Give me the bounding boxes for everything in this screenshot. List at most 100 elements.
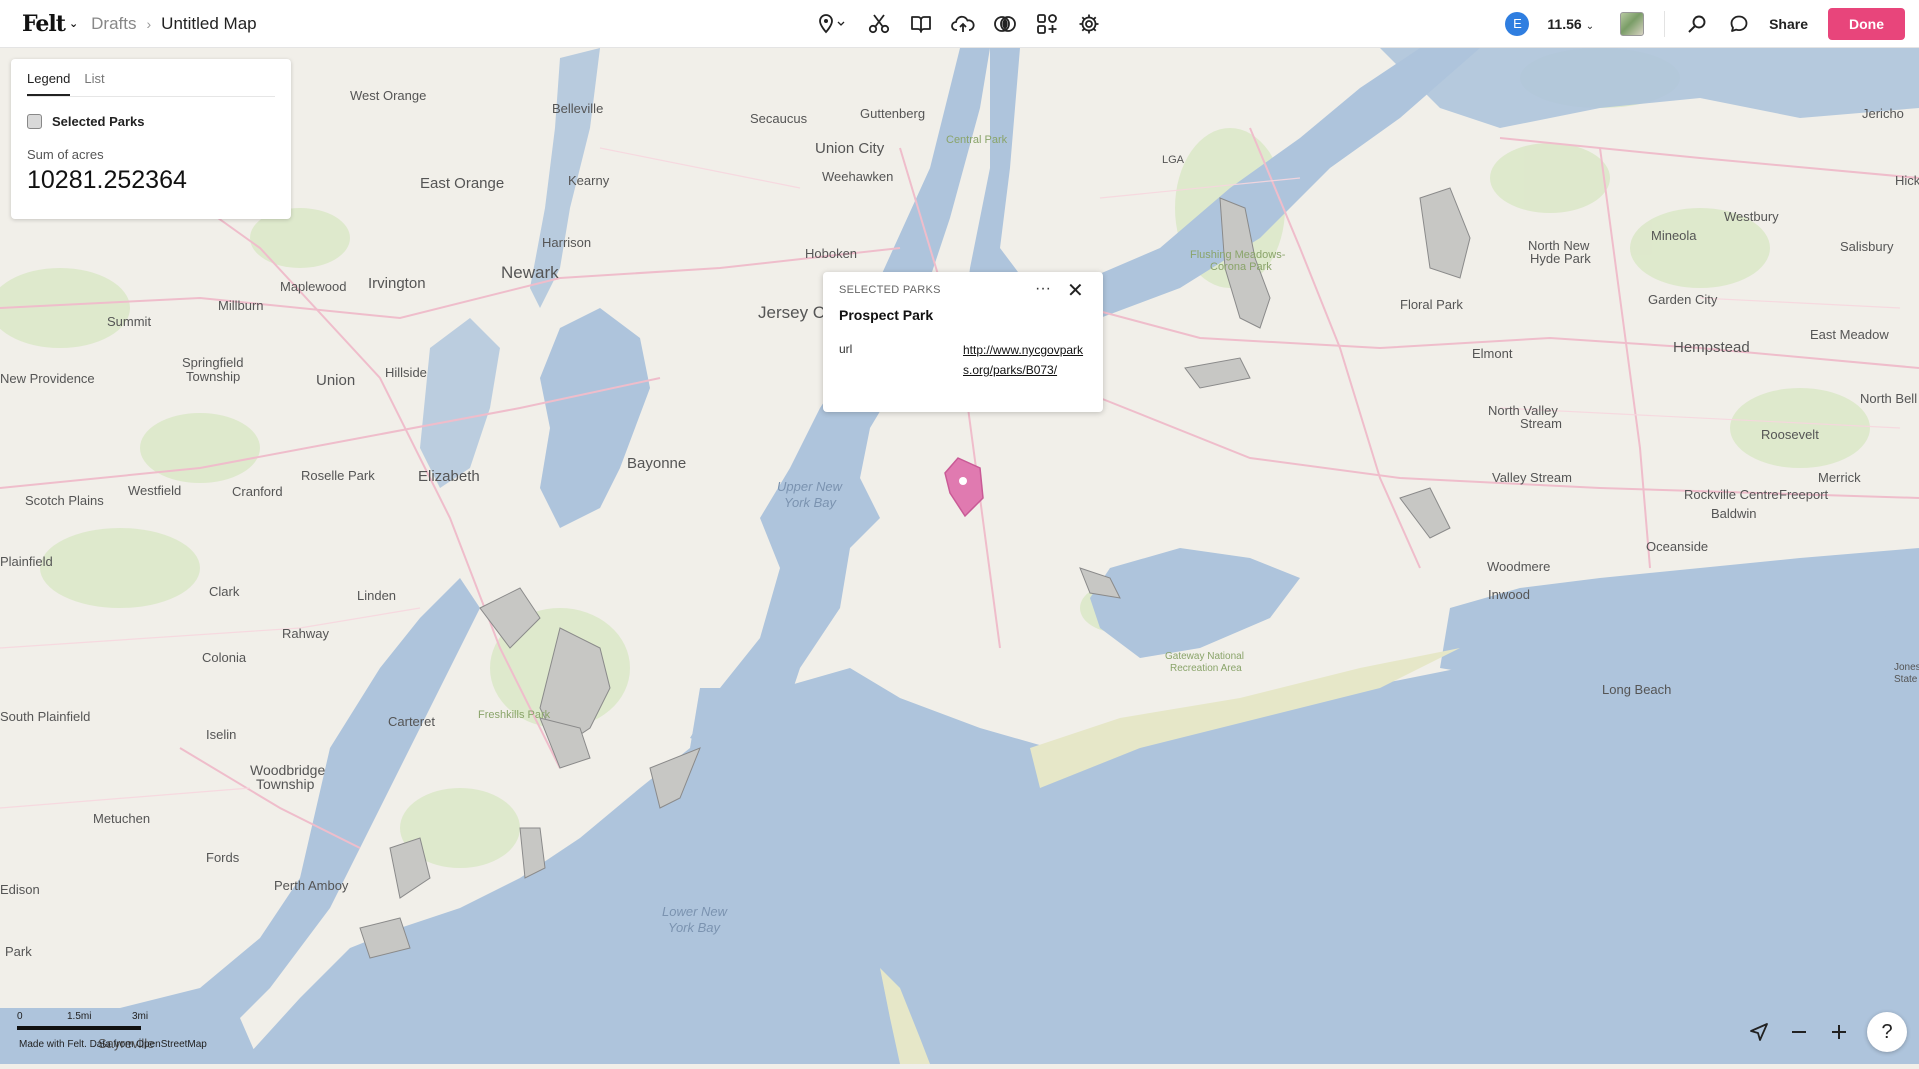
svg-text:Edison: Edison [0,882,40,897]
svg-text:Stream: Stream [1520,416,1562,431]
share-button[interactable]: Share [1769,16,1808,32]
divider [1664,10,1666,37]
tab-legend[interactable]: Legend [27,71,71,96]
gear-icon [1079,14,1099,33]
library-tool-button[interactable] [909,12,933,36]
zoom-level-value: 11.56 [1547,15,1582,32]
settings-tool-button[interactable] [1077,12,1101,36]
tab-list[interactable]: List [84,71,104,96]
minus-icon [1792,1031,1806,1033]
svg-text:Carteret: Carteret [388,714,435,729]
map-title[interactable]: Untitled Map [161,14,256,34]
svg-text:Woodmere: Woodmere [1487,559,1550,574]
done-button[interactable]: Done [1828,7,1905,40]
close-icon[interactable]: ✕ [1067,278,1084,303]
zoom-in-button[interactable] [1823,1012,1855,1052]
elements-icon [1037,13,1057,34]
svg-text:York Bay: York Bay [784,495,838,510]
attribution[interactable]: Made with Felt. Data from OpenStreetMap [19,1039,207,1050]
svg-text:LGA: LGA [1162,154,1185,166]
search-icon [1688,15,1706,33]
svg-text:Mineola: Mineola [1651,228,1697,243]
svg-text:Merrick: Merrick [1818,470,1861,485]
svg-text:Secaucus: Secaucus [750,111,808,126]
svg-text:Lower New: Lower New [662,904,729,919]
svg-text:Jones: Jones [1894,662,1919,673]
svg-text:Baldwin: Baldwin [1711,506,1757,521]
svg-text:State: State [1894,674,1918,685]
svg-text:Hillside: Hillside [385,365,427,380]
scissors-tool-button[interactable] [867,12,891,36]
scale-bar: 0 1.5mi 3mi [17,1011,177,1030]
svg-text:Roosevelt: Roosevelt [1761,427,1819,442]
svg-text:Long Beach: Long Beach [1602,682,1671,697]
svg-text:Newark: Newark [501,263,559,282]
elements-tool-button[interactable] [1035,12,1059,36]
layer-name: Selected Parks [52,114,145,129]
breadcrumb-drafts[interactable]: Drafts [91,14,136,34]
svg-text:Township: Township [186,369,240,384]
layer-visibility-checkbox[interactable] [27,114,42,129]
comments-button[interactable] [1727,12,1751,36]
legend-tabs: Legend List [27,71,275,97]
svg-text:York Bay: York Bay [668,920,722,935]
svg-text:Millburn: Millburn [218,298,264,313]
svg-text:Linden: Linden [357,588,396,603]
svg-text:Colonia: Colonia [202,650,247,665]
avatar[interactable]: E [1505,11,1530,36]
svg-text:Upper New: Upper New [777,479,844,494]
svg-text:Hick: Hick [1895,173,1919,188]
svg-text:Bayonne: Bayonne [627,455,686,472]
scale-line [17,1026,141,1030]
svg-text:Jericho: Jericho [1862,106,1904,121]
svg-text:Hyde Park: Hyde Park [1530,251,1591,266]
svg-text:Iselin: Iselin [206,727,236,742]
more-options-icon[interactable]: ··· [1035,280,1051,298]
layers-tool-button[interactable] [993,12,1017,36]
svg-text:Maplewood: Maplewood [280,279,347,294]
plus-icon [1832,1025,1846,1039]
svg-text:Flushing Meadows-: Flushing Meadows- [1190,249,1286,261]
search-button[interactable] [1685,12,1709,36]
locate-button[interactable] [1743,1012,1775,1052]
topbar-right: E 11.56 ⌄ Share Done [1505,0,1905,47]
scale-ticks: 0 1.5mi 3mi [17,1011,177,1025]
svg-text:Harrison: Harrison [542,235,591,250]
svg-text:Valley Stream: Valley Stream [1492,470,1572,485]
pin-icon [819,13,845,33]
svg-text:Floral Park: Floral Park [1400,297,1463,312]
popup-field-key: url [839,342,853,356]
chevron-down-icon: ⌄ [1585,20,1595,32]
svg-text:West Orange: West Orange [350,88,426,103]
svg-text:Perth Amboy: Perth Amboy [274,878,349,893]
scale-tick: 0 [17,1011,23,1022]
felt-logo-menu[interactable]: Felt ⌄ [22,10,78,37]
zoom-level-dropdown[interactable]: 11.56 ⌄ [1547,16,1594,32]
sum-label: Sum of acres [27,147,104,162]
help-button[interactable]: ? [1867,1012,1907,1052]
svg-text:Oceanside: Oceanside [1646,539,1708,554]
svg-text:New Providence: New Providence [0,371,95,386]
upload-tool-button[interactable] [951,12,975,36]
scale-tick: 1.5mi [67,1011,92,1022]
legend-layer-row[interactable]: Selected Parks [27,114,275,129]
comment-icon [1730,15,1748,32]
basemap-switcher[interactable] [1620,11,1645,36]
svg-text:Park: Park [5,944,32,959]
svg-text:Kearny: Kearny [568,173,610,188]
svg-text:Central Park: Central Park [946,134,1008,146]
svg-text:Westbury: Westbury [1724,209,1779,224]
svg-text:Weehawken: Weehawken [822,169,893,184]
svg-text:Irvington: Irvington [368,275,426,292]
scissors-icon [868,13,890,33]
svg-text:Hempstead: Hempstead [1673,339,1750,356]
pin-tool-button[interactable] [815,12,849,36]
upload-icon [951,15,975,32]
popup-url-link[interactable]: http://www.nycgovparks.org/parks/B073/ [963,340,1088,380]
logo-text: Felt [22,10,66,37]
svg-text:Garden City: Garden City [1648,292,1718,307]
svg-text:Summit: Summit [107,314,151,329]
svg-text:Union City: Union City [815,140,885,157]
svg-text:East Meadow: East Meadow [1810,327,1889,342]
zoom-out-button[interactable] [1783,1012,1815,1052]
